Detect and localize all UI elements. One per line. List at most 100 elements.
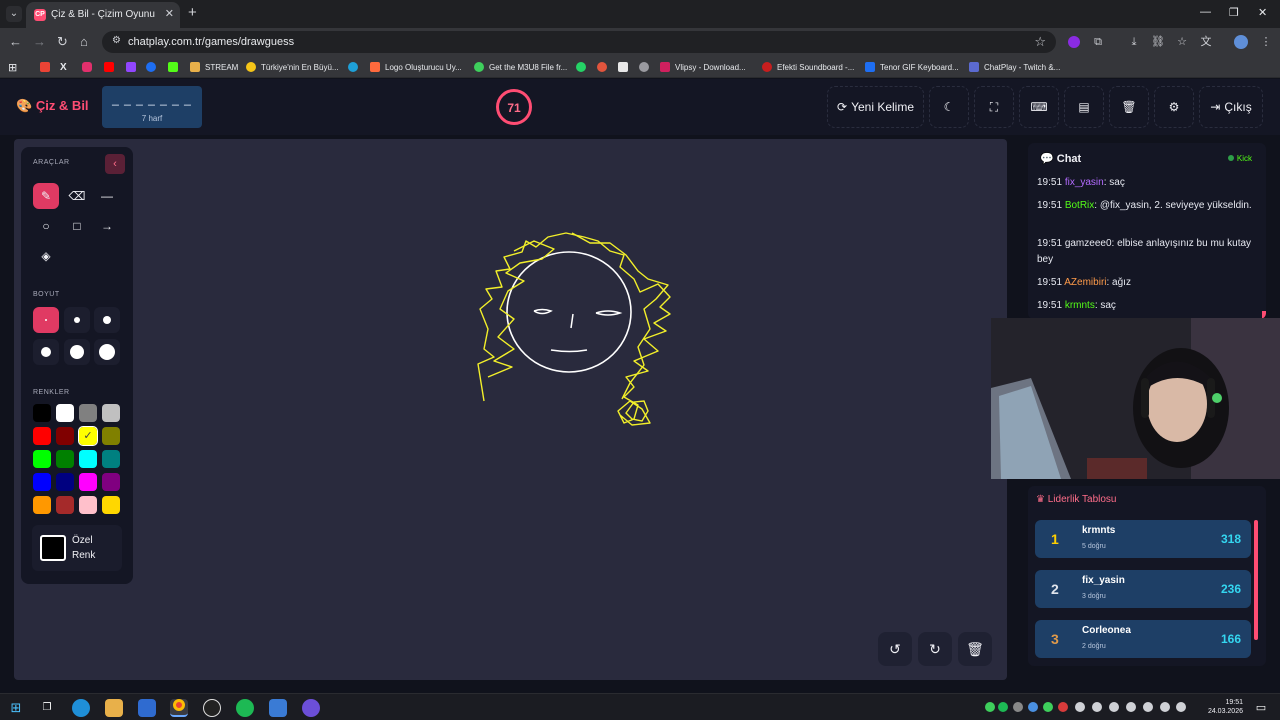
bookmark-twitch-icon[interactable] <box>126 60 136 74</box>
bookmark-stream[interactable]: STREAM <box>190 60 238 74</box>
new-word-button[interactable]: ⟳ Yeni Kelime <box>827 86 924 128</box>
bookmark-tenor[interactable]: Tenor GIF Keyboard... <box>865 60 959 74</box>
chrome-icon[interactable] <box>170 699 188 717</box>
undo-button[interactable]: ↺ <box>878 632 912 666</box>
extensions-puzzle-icon[interactable]: ⧉ <box>1091 35 1105 49</box>
color-swatch[interactable] <box>33 404 51 422</box>
bookmark-turkiye[interactable]: Türkiye'nin En Büyü... <box>246 60 339 74</box>
tray-icon[interactable] <box>1092 702 1102 712</box>
line-tool[interactable]: — <box>94 183 120 209</box>
tray-icon[interactable] <box>1075 702 1085 712</box>
size-2-button[interactable] <box>64 307 90 333</box>
color-swatch[interactable] <box>56 404 74 422</box>
tray-spotify-icon[interactable] <box>998 702 1008 712</box>
profile-avatar-icon[interactable] <box>1234 35 1248 49</box>
clear-canvas-button[interactable]: 🗑 <box>958 632 992 666</box>
tray-icon[interactable] <box>985 702 995 712</box>
bookmark-instagram-icon[interactable] <box>82 60 92 74</box>
settings-button[interactable]: ⚙ <box>1154 86 1194 128</box>
home-icon[interactable]: ⌂ <box>80 34 88 50</box>
bookmark-gray-icon[interactable] <box>639 60 649 74</box>
link-icon[interactable]: ⛓ <box>1151 35 1165 49</box>
color-swatch[interactable] <box>56 496 74 514</box>
tray-icon[interactable] <box>1058 702 1068 712</box>
edge-icon[interactable] <box>72 699 90 717</box>
archive-button[interactable]: ▤ <box>1064 86 1104 128</box>
bookmark-star-icon[interactable]: ☆ <box>1034 34 1046 50</box>
pencil-tool[interactable]: ✎ <box>33 183 59 209</box>
site-info-icon[interactable]: ⚙ <box>112 35 121 46</box>
browser-tab[interactable]: CP Çiz & Bil - Çizim Oyunu ✕ <box>26 2 180 28</box>
spotify-icon[interactable] <box>236 699 254 717</box>
keyboard-button[interactable]: ⌨ <box>1019 86 1059 128</box>
color-swatch[interactable] <box>56 450 74 468</box>
color-swatch[interactable] <box>102 404 120 422</box>
drawing-canvas[interactable] <box>14 139 1007 680</box>
reload-icon[interactable]: ↻ <box>57 34 68 50</box>
bookmark-logo[interactable]: Logo Oluşturucu Uy... <box>370 60 462 74</box>
download-icon[interactable]: ⤓ <box>1127 35 1141 49</box>
tray-icon[interactable] <box>1143 702 1153 712</box>
app-icon[interactable] <box>269 699 287 717</box>
notifications-icon[interactable]: ▭ <box>1252 699 1270 717</box>
circle-tool[interactable]: ○ <box>33 213 59 239</box>
bookmark-orange-icon[interactable] <box>597 60 607 74</box>
tray-icon[interactable] <box>1109 702 1119 712</box>
bookmark-youtube-icon[interactable] <box>104 60 114 74</box>
collapse-panel-icon[interactable]: ‹ <box>105 154 125 174</box>
bookmark-gmail-icon[interactable] <box>40 60 50 74</box>
new-tab-icon[interactable]: + <box>188 5 197 21</box>
color-swatch[interactable] <box>102 496 120 514</box>
discord-icon[interactable] <box>302 699 320 717</box>
tray-icon[interactable] <box>1028 702 1038 712</box>
bookmark-blue-icon[interactable] <box>146 60 156 74</box>
address-bar[interactable]: ⚙ chatplay.com.tr/games/drawguess ☆ <box>102 31 1056 53</box>
color-swatch[interactable] <box>56 473 74 491</box>
color-swatch[interactable] <box>102 427 120 445</box>
file-explorer-icon[interactable] <box>105 699 123 717</box>
brand-logo[interactable]: 🎨 Çiz & Bil <box>16 98 89 114</box>
color-swatch[interactable] <box>33 473 51 491</box>
network-icon[interactable] <box>1160 702 1170 712</box>
color-swatch[interactable] <box>33 496 51 514</box>
bookmark-m3u8[interactable]: Get the M3U8 File fr... <box>474 60 567 74</box>
translate-icon[interactable]: 文 <box>1199 35 1213 49</box>
redo-button[interactable]: ↻ <box>918 632 952 666</box>
rectangle-tool[interactable]: □ <box>64 213 90 239</box>
color-swatch[interactable] <box>79 496 97 514</box>
fill-tool[interactable]: ◈ <box>33 243 59 269</box>
eraser-tool[interactable]: ⌫ <box>64 183 90 209</box>
favorites-icon[interactable]: ☆ <box>1175 35 1189 49</box>
bookmark-efekti[interactable]: Efekti Soundboard -... <box>762 60 854 74</box>
obs-icon[interactable] <box>203 699 221 717</box>
size-5-button[interactable] <box>64 339 90 365</box>
tab-close-icon[interactable]: ✕ <box>165 7 174 20</box>
apps-grid-icon[interactable]: ⊞ <box>8 60 17 74</box>
fullscreen-button[interactable]: ⛶ <box>974 86 1014 128</box>
size-1-button[interactable] <box>33 307 59 333</box>
back-icon[interactable]: ← <box>9 34 22 50</box>
menu-dots-icon[interactable]: ⋮ <box>1259 35 1273 49</box>
bookmark-edge-icon[interactable] <box>348 60 358 74</box>
color-swatch[interactable] <box>79 450 97 468</box>
dark-mode-button[interactable]: ☾ <box>929 86 969 128</box>
bookmark-kick-icon[interactable] <box>168 60 178 74</box>
color-swatch[interactable]: ✓ <box>78 426 98 446</box>
color-swatch[interactable] <box>33 427 51 445</box>
store-icon[interactable] <box>138 699 156 717</box>
forward-icon[interactable]: → <box>33 34 46 50</box>
arrow-tool[interactable]: → <box>94 213 120 239</box>
start-windows-icon[interactable]: ⊞ <box>7 699 25 717</box>
tray-icon[interactable] <box>1013 702 1023 712</box>
bookmark-vlipsy[interactable]: Vlipsy - Download... <box>660 60 746 74</box>
custom-color-button[interactable]: Özel Renk <box>32 525 122 571</box>
tab-search-icon[interactable]: ⌄ <box>6 6 22 22</box>
minimize-icon[interactable]: — <box>1200 6 1211 18</box>
bookmark-x-icon[interactable]: X <box>60 60 67 74</box>
window-close-icon[interactable]: ✕ <box>1258 6 1267 19</box>
trash-button[interactable]: 🗑 <box>1109 86 1149 128</box>
color-swatch[interactable] <box>56 427 74 445</box>
color-swatch[interactable] <box>102 450 120 468</box>
volume-icon[interactable] <box>1176 702 1186 712</box>
size-6-button[interactable] <box>94 339 120 365</box>
